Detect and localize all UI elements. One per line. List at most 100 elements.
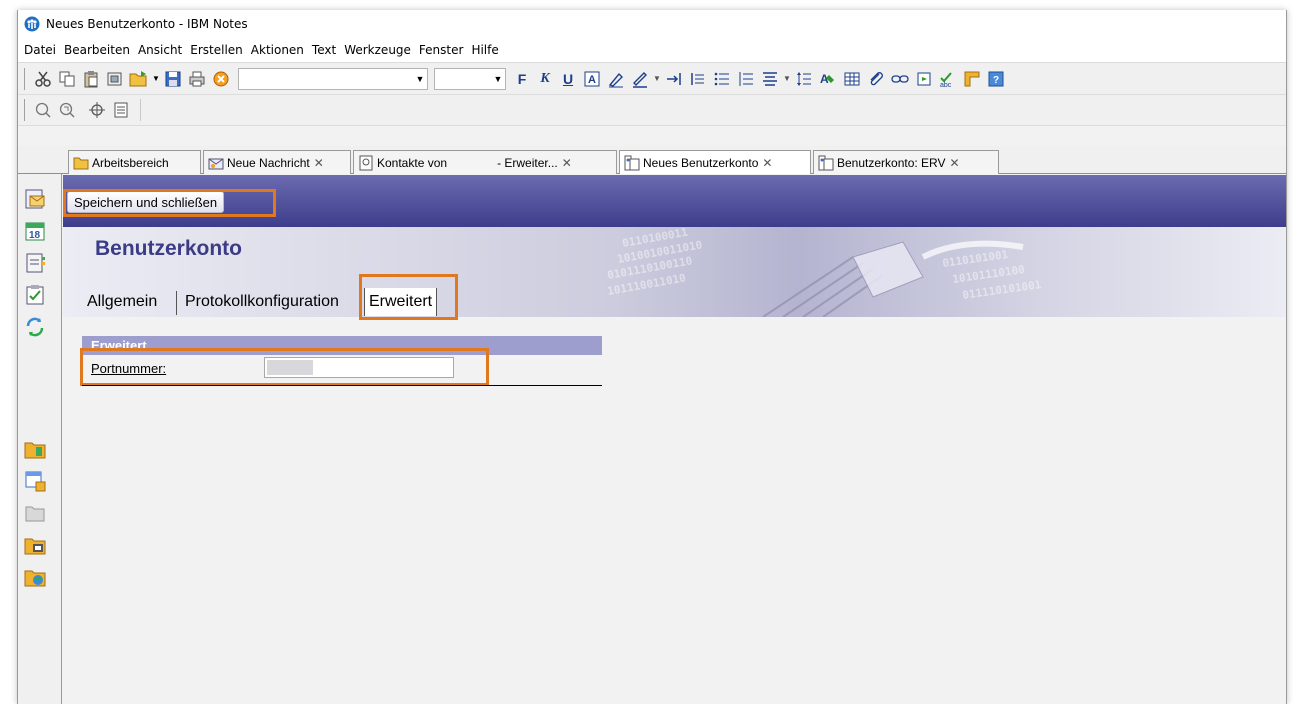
applications-icon[interactable] (24, 534, 46, 556)
indent-icon[interactable] (663, 68, 685, 90)
toolbar-grip[interactable] (24, 99, 26, 121)
ibm-notes-logo-icon (24, 16, 40, 32)
italic-button[interactable]: K (535, 68, 555, 90)
toolbar-separator (140, 99, 141, 121)
close-icon[interactable]: ✕ (314, 156, 324, 170)
attachment-icon[interactable] (865, 68, 887, 90)
pen-color-icon[interactable] (629, 68, 651, 90)
dropdown-arrow-icon[interactable]: ▼ (152, 68, 160, 90)
web-icon[interactable] (24, 566, 46, 588)
insert-icon[interactable] (913, 68, 935, 90)
svg-text:18: 18 (29, 230, 41, 241)
dropdown-arrow-icon[interactable]: ▼ (653, 68, 661, 90)
field-separator-line (82, 385, 602, 386)
calendar-view-icon[interactable] (110, 99, 132, 121)
tab-arbeitsbereich[interactable]: Arbeitsbereich (68, 150, 201, 174)
chevron-down-icon: ▼ (415, 73, 425, 84)
svg-text:A: A (588, 74, 596, 86)
align-icon[interactable] (759, 68, 781, 90)
calendar-icon[interactable]: 18 (24, 220, 46, 242)
tab-label-suffix: - Erweiter... (497, 155, 558, 170)
svg-text:abc: abc (940, 82, 952, 88)
styles-icon[interactable]: A (817, 68, 839, 90)
menu-text[interactable]: Text (308, 43, 340, 57)
properties-icon[interactable]: ? (985, 68, 1007, 90)
toolbar-grip[interactable] (24, 67, 26, 90)
document-tab-strip: Arbeitsbereich Neue Nachricht ✕ Kontakte… (18, 146, 1286, 174)
bookmark-folder-icon[interactable] (24, 438, 46, 460)
bullet-list-icon[interactable] (711, 68, 733, 90)
search-icon[interactable] (32, 99, 54, 121)
navigate-icon[interactable] (86, 99, 108, 121)
secondary-toolbar (18, 94, 1286, 126)
tab-allgemein[interactable]: Allgemein (83, 288, 161, 316)
save-icon[interactable] (162, 68, 184, 90)
spellcheck-icon[interactable]: abc (937, 68, 959, 90)
hotspot-icon[interactable] (961, 68, 983, 90)
paste-icon[interactable] (80, 68, 102, 90)
tab-kontakte[interactable]: Kontakte von - Erweiter... ✕ (353, 150, 617, 174)
underline-button[interactable]: U (558, 68, 578, 90)
copy-icon[interactable] (56, 68, 78, 90)
title-bar: Neues Benutzerkonto - IBM Notes (18, 10, 1286, 38)
close-icon[interactable]: ✕ (762, 156, 772, 170)
document-area: Speichern und schließen 0110100011 10100… (63, 175, 1286, 704)
menu-ansicht[interactable]: Ansicht (134, 43, 186, 57)
cut-icon[interactable] (32, 68, 54, 90)
notes-window: Neues Benutzerkonto - IBM Notes Datei Be… (17, 10, 1287, 704)
document-icon (818, 155, 834, 171)
tab-protokollkonfiguration[interactable]: Protokollkonfiguration (181, 288, 343, 316)
todo-icon[interactable] (24, 284, 46, 306)
window-title: Neues Benutzerkonto - IBM Notes (46, 17, 248, 31)
link-icon[interactable] (889, 68, 911, 90)
search-next-icon[interactable] (56, 99, 78, 121)
font-combo[interactable]: ▼ (238, 67, 428, 90)
menu-bearbeiten[interactable]: Bearbeiten (60, 43, 134, 57)
highlight-save-button (63, 189, 276, 217)
menu-aktionen[interactable]: Aktionen (247, 43, 308, 57)
paste-special-icon[interactable] (104, 68, 126, 90)
highlight-erweitert-tab (359, 274, 458, 320)
table-icon[interactable] (841, 68, 863, 90)
stop-icon[interactable] (210, 68, 232, 90)
menu-hilfe[interactable]: Hilfe (467, 43, 502, 57)
tab-neue-nachricht[interactable]: Neue Nachricht ✕ (203, 150, 351, 174)
dropdown-arrow-icon[interactable]: ▼ (783, 68, 791, 90)
mail-icon[interactable] (24, 188, 46, 210)
highlighter-icon[interactable] (605, 68, 627, 90)
contacts-icon[interactable] (24, 252, 46, 274)
folder-icon (73, 155, 89, 171)
sametime-icon[interactable] (24, 316, 46, 338)
bold-button[interactable]: F (512, 68, 532, 90)
tab-separator (176, 291, 177, 315)
close-icon[interactable]: ✕ (950, 156, 960, 170)
tab-label: Neues Benutzerkonto (643, 155, 759, 170)
tab-neues-benutzerkonto[interactable]: Neues Benutzerkonto ✕ (619, 150, 811, 174)
outdent-icon[interactable] (687, 68, 709, 90)
tab-benutzerkonto-erv[interactable]: Benutzerkonto: ERV ✕ (813, 150, 999, 174)
document-icon (624, 155, 640, 171)
spacing-icon[interactable] (793, 68, 815, 90)
menu-werkzeuge[interactable]: Werkzeuge (340, 43, 415, 57)
text-color-icon[interactable]: A (581, 68, 603, 90)
mail-icon (208, 155, 224, 171)
folder-icon[interactable] (24, 502, 46, 524)
menu-erstellen[interactable]: Erstellen (186, 43, 247, 57)
form-title: Benutzerkonto (95, 237, 242, 260)
main-toolbar: ▼ ▼ ▼ F K U A ▼ ▼ A abc ? (18, 62, 1286, 94)
open-folder-icon[interactable] (128, 68, 150, 90)
close-icon[interactable]: ✕ (562, 156, 572, 170)
font-size-combo[interactable]: ▼ (434, 67, 506, 90)
print-icon[interactable] (186, 68, 208, 90)
database-icon[interactable] (24, 470, 46, 492)
highlight-port-field (80, 348, 489, 386)
tab-label: Arbeitsbereich (92, 155, 169, 170)
launch-sidebar: 18 (18, 174, 62, 704)
menu-fenster[interactable]: Fenster (415, 43, 468, 57)
tab-label: Benutzerkonto: ERV (837, 155, 946, 170)
numbered-list-icon[interactable] (735, 68, 757, 90)
chevron-down-icon: ▼ (493, 73, 503, 84)
contacts-icon (358, 155, 374, 171)
menu-datei[interactable]: Datei (20, 43, 60, 57)
svg-text:?: ? (993, 75, 999, 86)
